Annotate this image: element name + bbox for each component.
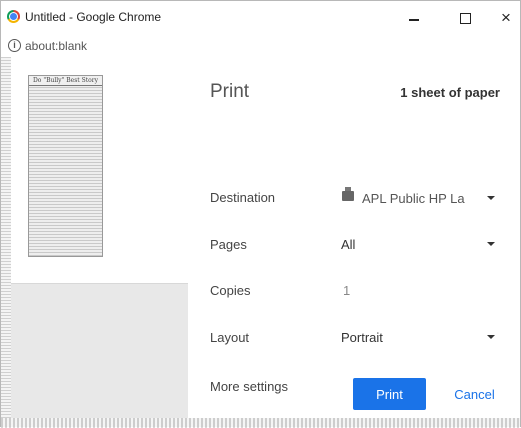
window-title: Untitled - Google Chrome bbox=[25, 10, 162, 24]
browser-window: Untitled - Google Chrome × i about:blank… bbox=[0, 0, 521, 428]
destination-select[interactable]: APL Public HP La bbox=[362, 191, 465, 206]
chrome-logo-icon bbox=[7, 10, 20, 23]
maximize-icon bbox=[459, 12, 471, 24]
title-bar: Untitled - Google Chrome × bbox=[1, 1, 520, 35]
copies-label: Copies bbox=[210, 283, 251, 298]
layout-select[interactable]: Portrait bbox=[341, 330, 383, 345]
pages-select[interactable]: All bbox=[341, 237, 355, 252]
layout-chevron-down-icon[interactable] bbox=[487, 335, 495, 339]
print-button[interactable]: Print bbox=[353, 378, 426, 410]
maximize-button[interactable] bbox=[450, 7, 480, 29]
info-icon: i bbox=[8, 39, 21, 52]
print-dialog: Print 1 sheet of paper Destination APL P… bbox=[188, 57, 520, 418]
preview-heading: Do "Bully" Best Story bbox=[29, 76, 102, 86]
cancel-button[interactable]: Cancel bbox=[438, 378, 511, 410]
background-page-strip bbox=[1, 57, 11, 418]
copies-input[interactable]: 1 bbox=[343, 283, 350, 298]
address-bar[interactable]: i about:blank bbox=[1, 35, 520, 57]
close-button[interactable]: × bbox=[491, 7, 521, 29]
close-icon: × bbox=[501, 8, 511, 27]
pages-chevron-down-icon[interactable] bbox=[487, 242, 495, 246]
minimize-button[interactable] bbox=[399, 7, 429, 29]
print-preview-pane: Do "Bully" Best Story bbox=[11, 57, 189, 284]
url-text: about:blank bbox=[25, 39, 88, 53]
destination-label: Destination bbox=[210, 190, 276, 205]
minimize-icon bbox=[409, 19, 419, 21]
layout-label: Layout bbox=[210, 330, 250, 345]
print-title: Print bbox=[210, 81, 250, 102]
sheet-count: 1 sheet of paper bbox=[400, 85, 500, 100]
preview-page-thumbnail[interactable]: Do "Bully" Best Story bbox=[28, 75, 103, 257]
printer-icon bbox=[342, 187, 354, 201]
more-settings-label[interactable]: More settings bbox=[210, 379, 288, 394]
destination-chevron-down-icon[interactable] bbox=[487, 196, 495, 200]
pages-label: Pages bbox=[210, 237, 247, 252]
